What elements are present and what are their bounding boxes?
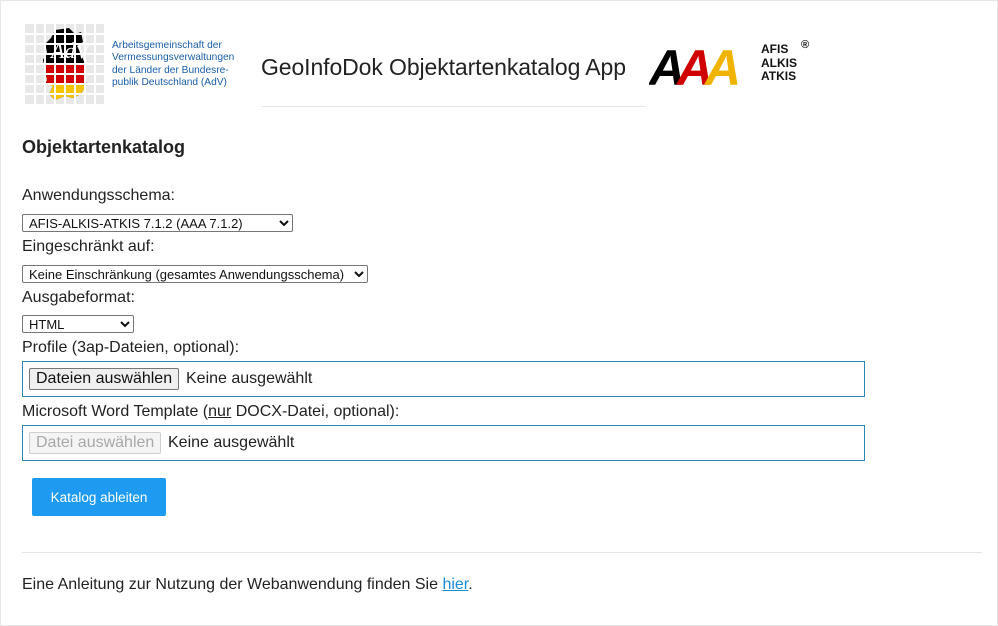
- aaa-logo-words: AFIS ALKIS ATKIS: [761, 42, 797, 84]
- page-header: AdV Arbeitsgemeinschaft der Vermessungsv…: [1, 1, 998, 121]
- word-template-file-input: Datei auswählen Keine ausgewählt: [22, 425, 865, 461]
- profiles-file-status: Keine ausgewählt: [186, 370, 313, 387]
- word-template-file-status: Keine ausgewählt: [168, 434, 295, 451]
- adv-org-line: Arbeitsgemeinschaft der: [112, 40, 222, 51]
- word-template-label: Microsoft Word Template (nur DOCX-Datei,…: [22, 403, 399, 421]
- app-title: GeoInfoDok Objektartenkatalog App: [261, 54, 626, 80]
- instructions-link[interactable]: hier: [442, 576, 468, 593]
- aaa-word-atkis: ATKIS: [761, 69, 797, 83]
- adv-organization-text: Arbeitsgemeinschaft der Vermessungsverwa…: [112, 40, 234, 89]
- footer-divider: [22, 552, 982, 553]
- schema-label: Anwendungsschema:: [22, 187, 175, 204]
- aaa-word-alkis: ALKIS: [761, 55, 797, 70]
- schema-select[interactable]: AFIS-ALKIS-ATKIS 7.1.2 (AAA 7.1.2): [22, 214, 293, 232]
- format-select[interactable]: HTML: [22, 315, 134, 333]
- profiles-file-input[interactable]: Dateien auswählen Keine ausgewählt: [22, 361, 865, 397]
- title-divider: [261, 106, 645, 107]
- profiles-choose-button[interactable]: Dateien auswählen: [29, 368, 180, 390]
- footer-text: Eine Anleitung zur Nutzung der Webanwend…: [22, 576, 473, 594]
- aaa-word-afis: AFIS: [761, 42, 789, 56]
- footer-text-body: Eine Anleitung zur Nutzung der Webanwend…: [22, 576, 443, 593]
- word-template-label-prefix: Microsoft Word Template (: [22, 403, 209, 420]
- restricted-label: Eingeschränkt auf:: [22, 238, 155, 255]
- profiles-label: Profile (3ap-Dateien, optional):: [22, 339, 240, 356]
- word-template-label-suffix: DOCX-Datei, optional):: [231, 403, 400, 420]
- format-label: Ausgabeformat:: [22, 289, 135, 306]
- registered-mark: ®: [801, 39, 810, 51]
- word-template-choose-button: Datei auswählen: [29, 432, 162, 454]
- adv-org-line: publik Deutschland (AdV): [112, 76, 227, 88]
- adv-logo: AdV: [25, 24, 104, 104]
- derive-catalog-button[interactable]: Katalog ableiten: [32, 478, 166, 516]
- section-title: Objektartenkatalog: [22, 137, 186, 157]
- word-template-label-underlined: nur: [208, 403, 232, 420]
- aaa-letter-a3: A: [703, 40, 741, 91]
- adv-logo-letters: AdV: [49, 38, 91, 63]
- adv-org-line: Vermessungsverwaltungen: [112, 52, 235, 64]
- adv-org-line: der Länder der Bundesre-: [112, 64, 229, 76]
- footer-text-end: .: [468, 576, 473, 593]
- restricted-select[interactable]: Keine Einschränkung (gesamtes Anwendungs…: [22, 265, 368, 283]
